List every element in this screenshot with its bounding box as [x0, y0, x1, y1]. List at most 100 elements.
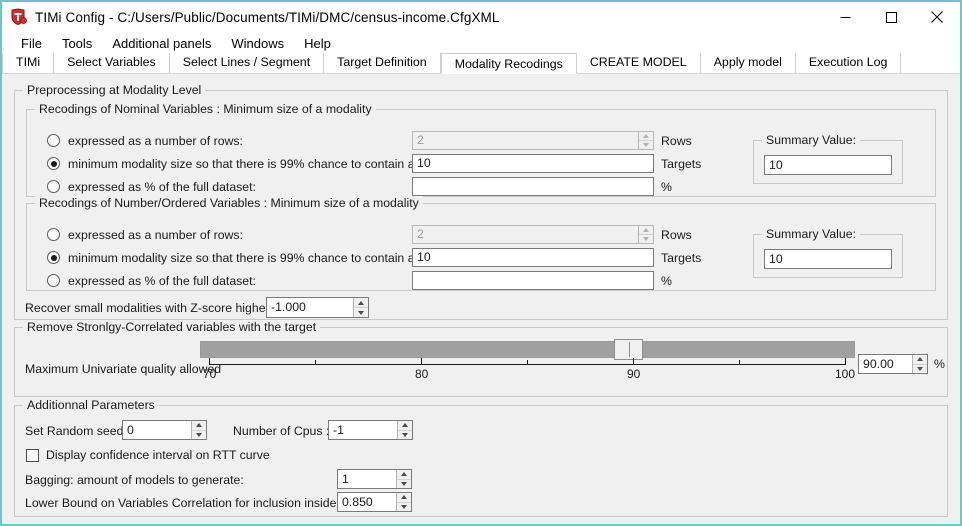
spinner-max-univariate-quality-down[interactable] [913, 364, 927, 373]
tab-apply-model[interactable]: Apply model [700, 53, 796, 73]
spinner-ordered-rows[interactable] [638, 226, 653, 243]
unit-nominal-rows: Rows [661, 134, 692, 148]
group-remove-correlated-title: Remove Stronlgy-Correlated variables wit… [23, 320, 321, 334]
group-ordered-summary-value: Summary Value: 10 [753, 227, 903, 278]
input-number-of-cpus[interactable]: -1 [328, 420, 413, 440]
spinner-nominal-rows-down[interactable] [639, 141, 653, 149]
close-button[interactable] [914, 2, 960, 32]
radio-nominal-number-of-rows[interactable] [47, 134, 60, 147]
spinner-zscore-up[interactable] [354, 298, 368, 308]
menu-item-help[interactable]: Help [294, 34, 341, 53]
input-ordered-percent[interactable] [412, 271, 654, 290]
tab-target-definition[interactable]: Target Definition [324, 53, 441, 73]
unit-ordered-targets: Targets [661, 251, 702, 265]
input-ordered-targets[interactable]: 10 [412, 248, 654, 267]
slider-tick-70 [209, 358, 210, 365]
spinner-bagging-up[interactable] [397, 470, 411, 480]
input-lower-bound-correlation[interactable]: 0.850 [337, 492, 412, 512]
label-bagging: Bagging: amount of models to generate: [25, 473, 244, 487]
spinner-nominal-rows[interactable] [638, 132, 653, 149]
radio-ordered-min-modality-size[interactable] [47, 251, 60, 264]
radio-nominal-percent-dataset[interactable] [47, 180, 60, 193]
menu-item-windows[interactable]: Windows [221, 34, 294, 53]
radio-ordered-number-of-rows[interactable] [47, 228, 60, 241]
spinner-lower-bound-correlation-up[interactable] [397, 493, 411, 503]
label-nominal-number-of-rows: expressed as a number of rows: [68, 134, 243, 148]
radio-ordered-percent-dataset[interactable] [47, 274, 60, 287]
slider-ticklabel-100: 100 [835, 367, 856, 381]
group-ordered-title: Recodings of Number/Ordered Variables : … [35, 196, 423, 210]
input-random-seed[interactable]: 0 [122, 420, 207, 440]
label-ordered-min-modality-size: minimum modality size so that there is 9… [68, 251, 448, 265]
menu-item-additional-panels[interactable]: Additional panels [102, 34, 221, 53]
spinner-random-seed-up[interactable] [192, 421, 206, 431]
input-bagging-value: 1 [342, 471, 349, 486]
input-nominal-summary-value-text: 10 [769, 157, 783, 172]
checkbox-display-confidence-interval[interactable] [26, 449, 39, 462]
spinner-lower-bound-correlation[interactable] [396, 493, 411, 511]
timi-shield-icon [9, 8, 27, 26]
spinner-random-seed-down[interactable] [192, 430, 206, 439]
maximize-button[interactable] [868, 2, 914, 32]
spinner-zscore-down[interactable] [354, 308, 368, 317]
tab-modality-recodings[interactable]: Modality Recodings [440, 53, 577, 74]
tab-select-variables[interactable]: Select Variables [54, 53, 170, 73]
spinner-bagging-down[interactable] [397, 479, 411, 488]
group-remove-correlated: Remove Stronlgy-Correlated variables wit… [14, 320, 948, 397]
spinner-ordered-rows-down[interactable] [639, 235, 653, 243]
spinner-random-seed[interactable] [191, 421, 206, 439]
window-title: TIMi Config - C:/Users/Public/Documents/… [35, 9, 500, 25]
label-lower-bound-correlation: Lower Bound on Variables Correlation for… [25, 496, 376, 510]
tab-bar: TIMi Select Variables Select Lines / Seg… [2, 53, 960, 74]
tab-execution-log[interactable]: Execution Log [795, 53, 902, 73]
spinner-ordered-rows-up[interactable] [639, 226, 653, 235]
input-nominal-summary-value[interactable]: 10 [764, 155, 892, 175]
slider-ticklabel-80: 80 [415, 367, 429, 381]
label-nominal-percent-dataset: expressed as % of the full dataset: [68, 180, 256, 194]
input-lower-bound-correlation-value: 0.850 [342, 494, 373, 509]
input-nominal-targets-value: 10 [417, 156, 431, 171]
title-bar[interactable]: TIMi Config - C:/Users/Public/Documents/… [2, 2, 960, 32]
spinner-nominal-rows-up[interactable] [639, 132, 653, 141]
input-zscore[interactable]: -1.000 [266, 297, 369, 318]
unit-max-univariate-quality: % [934, 357, 945, 371]
unit-nominal-targets: Targets [661, 157, 702, 171]
tab-timi[interactable]: TIMi [2, 53, 55, 73]
input-nominal-targets[interactable]: 10 [412, 154, 654, 173]
spinner-number-of-cpus-up[interactable] [398, 421, 412, 431]
input-ordered-summary-value[interactable]: 10 [764, 249, 892, 269]
input-bagging[interactable]: 1 [337, 469, 412, 489]
spinner-lower-bound-correlation-down[interactable] [397, 502, 411, 511]
tab-select-lines-segment[interactable]: Select Lines / Segment [169, 53, 325, 73]
label-max-univariate-quality: Maximum Univariate quality allowed [25, 362, 222, 376]
label-ordered-number-of-rows: expressed as a number of rows: [68, 228, 243, 242]
minimize-button[interactable] [822, 2, 868, 32]
input-ordered-summary-value-text: 10 [769, 251, 783, 266]
input-max-univariate-quality[interactable]: 90.00 [858, 354, 928, 374]
spinner-zscore[interactable] [353, 298, 368, 317]
spinner-max-univariate-quality-up[interactable] [913, 355, 927, 365]
menu-item-file[interactable]: File [11, 34, 52, 53]
tab-create-model[interactable]: CREATE MODEL [576, 53, 701, 73]
spinner-number-of-cpus[interactable] [397, 421, 412, 439]
slider-tick-90 [633, 358, 634, 365]
group-nominal-variables: Recodings of Nominal Variables : Minimum… [26, 102, 936, 197]
menu-item-tools[interactable]: Tools [52, 34, 102, 53]
input-random-seed-value: 0 [127, 422, 134, 437]
slider-ticklabel-70: 70 [203, 367, 217, 381]
group-additional-parameters: Additionnal Parameters Set Random seed :… [14, 398, 948, 517]
slider-thumb-univariate-quality[interactable] [614, 339, 643, 360]
spinner-bagging[interactable] [396, 470, 411, 488]
slider-track-univariate-quality[interactable] [200, 339, 855, 360]
spinner-max-univariate-quality[interactable] [912, 355, 927, 373]
slider-tick-80 [421, 358, 422, 365]
group-ordered-variables: Recodings of Number/Ordered Variables : … [26, 196, 936, 291]
radio-nominal-min-modality-size[interactable] [47, 157, 60, 170]
input-nominal-rows-value: 2 [417, 133, 424, 148]
spinner-number-of-cpus-down[interactable] [398, 430, 412, 439]
input-nominal-percent[interactable] [412, 177, 654, 196]
main-content: Preprocessing at Modality Level Recoding… [2, 74, 960, 524]
input-max-univariate-quality-value: 90.00 [863, 356, 894, 371]
group-additional-parameters-title: Additionnal Parameters [23, 398, 159, 412]
label-ordered-percent-dataset: expressed as % of the full dataset: [68, 274, 256, 288]
